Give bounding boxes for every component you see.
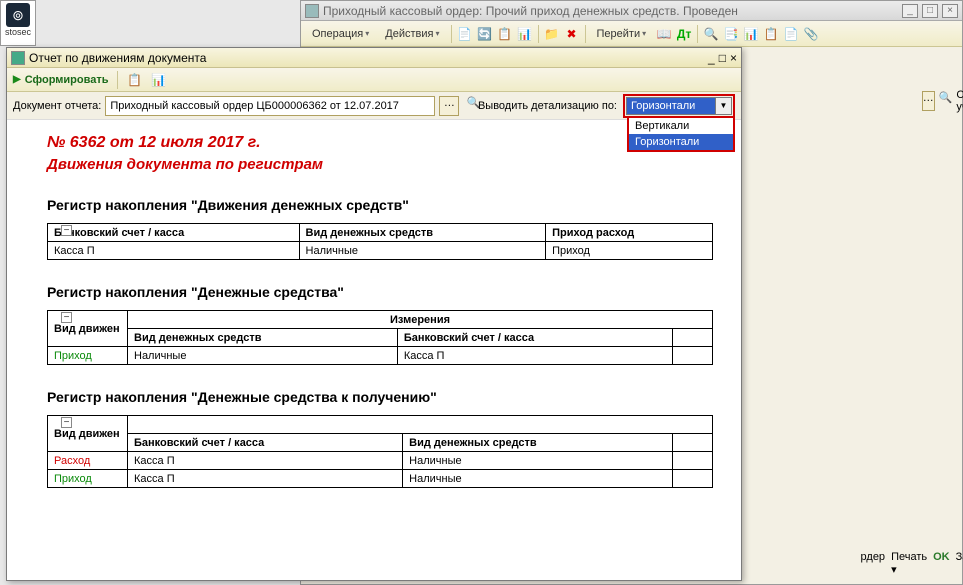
report-toolbar: Сформировать 📋 📊: [7, 68, 741, 92]
tree-toggle-3[interactable]: −: [61, 417, 72, 428]
report-titlebar: Отчет по движениям документа _ □ ×: [7, 48, 741, 68]
actions-menu[interactable]: Действия▾: [378, 24, 446, 44]
ok-button[interactable]: OK: [933, 551, 950, 576]
order-button[interactable]: рдер: [861, 551, 886, 576]
table-row: Приход Наличные Касса П: [48, 347, 713, 365]
account-label: Счет учета:: [956, 89, 963, 113]
tool-icon-14[interactable]: 📎: [802, 25, 820, 43]
report-tool-icon-1[interactable]: 📋: [126, 71, 144, 89]
tree-toggle-1[interactable]: −: [61, 225, 72, 236]
report-number: № 6362 от 12 июля 2017 г.: [47, 134, 713, 152]
register-2-title: Регистр накопления "Денежные средства": [47, 284, 713, 300]
reg1-header-3: Приход расход: [546, 224, 713, 242]
goto-menu[interactable]: Перейти▾: [590, 24, 654, 44]
tool-icon-12[interactable]: 📋: [762, 25, 780, 43]
logo-text: stosec: [1, 27, 35, 37]
report-subtitle: Движения документа по регистрам: [47, 156, 713, 173]
register-3-table: Вид движен Банковский счет / касса Вид д…: [47, 415, 713, 488]
tool-icon-8[interactable]: Дт: [675, 25, 693, 43]
register-1-title: Регистр накопления "Движения денежных ср…: [47, 197, 713, 213]
minimize-button[interactable]: _: [902, 4, 918, 18]
report-minimize-button[interactable]: _: [708, 51, 715, 65]
tool-icon-2[interactable]: 🔄: [476, 25, 494, 43]
table-row: Расход Касса П Наличные: [48, 452, 713, 470]
search-icon[interactable]: 🔍: [939, 91, 953, 111]
parent-titlebar: Приходный кассовый ордер: Прочий приход …: [301, 1, 962, 21]
save-button[interactable]: Записать: [956, 551, 963, 576]
filter-row: Документ отчета: … 🔍 Выводить детализаци…: [7, 92, 741, 120]
report-icon: [11, 51, 25, 65]
report-tool-icon-2[interactable]: 📊: [150, 71, 168, 89]
tool-icon-1[interactable]: 📄: [456, 25, 474, 43]
detail-option-vertical[interactable]: Вертикали: [629, 118, 733, 134]
reg1-header-2: Вид денежных средств: [299, 224, 546, 242]
tool-icon-7[interactable]: 📖: [655, 25, 673, 43]
document-icon: [305, 4, 319, 18]
reg2-header-2: Банковский счет / касса: [397, 329, 672, 347]
detail-label: Выводить детализацию по:: [478, 100, 617, 112]
reg3-header-2: Вид денежных средств: [403, 434, 673, 452]
detail-select-highlight: Горизонтали ▼: [623, 94, 735, 118]
doc-label: Документ отчета:: [13, 100, 101, 112]
tool-icon-13[interactable]: 📄: [782, 25, 800, 43]
reg2-move-header: Вид движен: [48, 311, 128, 347]
report-body: № 6362 от 12 июля 2017 г. Движения докум…: [7, 120, 741, 580]
tool-icon-6[interactable]: ✖: [563, 25, 581, 43]
tool-icon-3[interactable]: 📋: [496, 25, 514, 43]
register-3-title: Регистр накопления "Денежные средства к …: [47, 389, 713, 405]
reg1-header-1: Банковский счет / касса: [48, 224, 300, 242]
table-row: Касса П Наличные Приход: [48, 242, 713, 260]
reg2-header-1: Вид денежных средств: [128, 329, 398, 347]
register-2-table: Вид движен Измерения Вид денежных средст…: [47, 310, 713, 365]
detail-option-horizontal[interactable]: Горизонтали: [629, 134, 733, 150]
tool-icon-5[interactable]: 📁: [543, 25, 561, 43]
parent-toolbar: Операция▾ Действия▾ 📄 🔄 📋 📊 📁 ✖ Перейти▾…: [301, 21, 962, 47]
report-window: Отчет по движениям документа _ □ × Сформ…: [6, 47, 742, 581]
detail-dropdown-button[interactable]: ▼: [716, 97, 732, 115]
close-button[interactable]: ×: [942, 4, 958, 18]
report-title-text: Отчет по движениям документа: [29, 51, 206, 65]
reg3-header-1: Банковский счет / касса: [128, 434, 403, 452]
report-close-button[interactable]: ×: [730, 51, 737, 65]
operation-menu[interactable]: Операция▾: [305, 24, 376, 44]
register-1-table: Банковский счет / касса Вид денежных сре…: [47, 223, 713, 260]
logo-icon: ⊚: [6, 3, 30, 27]
doc-dots-button[interactable]: …: [439, 96, 459, 116]
table-row: Приход Касса П Наличные: [48, 470, 713, 488]
detail-select[interactable]: Горизонтали: [626, 97, 716, 115]
detail-dropdown-list: Вертикали Горизонтали: [627, 116, 735, 152]
tool-icon-10[interactable]: 📑: [722, 25, 740, 43]
doc-input[interactable]: [105, 96, 435, 116]
generate-button[interactable]: Сформировать: [13, 74, 109, 86]
maximize-button[interactable]: □: [922, 4, 938, 18]
tool-icon-9[interactable]: 🔍: [702, 25, 720, 43]
reg2-group-header: Измерения: [128, 311, 713, 329]
print-button[interactable]: Печать ▾: [891, 551, 927, 576]
tool-icon-11[interactable]: 📊: [742, 25, 760, 43]
dots-button-1[interactable]: …: [922, 91, 935, 111]
reg3-move-header: Вид движен: [48, 416, 128, 452]
tree-toggle-2[interactable]: −: [61, 312, 72, 323]
parent-title-text: Приходный кассовый ордер: Прочий приход …: [323, 4, 738, 18]
report-maximize-button[interactable]: □: [719, 51, 726, 65]
app-logo: ⊚ stosec: [0, 0, 36, 46]
tool-icon-4[interactable]: 📊: [516, 25, 534, 43]
